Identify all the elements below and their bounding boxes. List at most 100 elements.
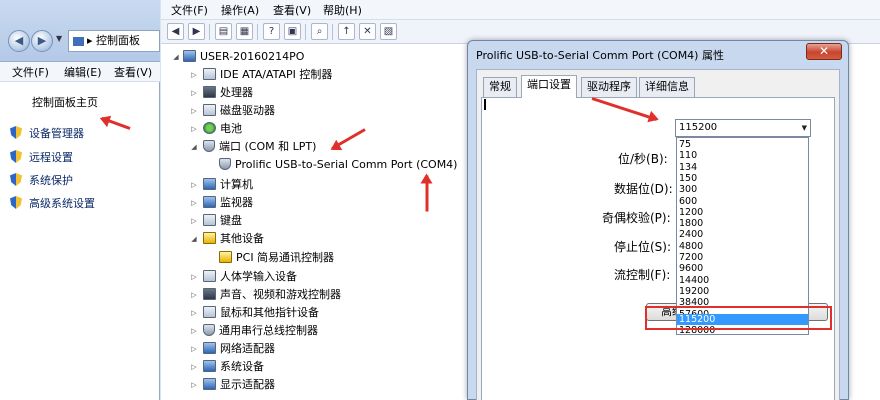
expand-icon[interactable]: ▷ [189,340,199,358]
baud-option[interactable]: 1800 [677,218,808,229]
collapse-icon[interactable]: ◢ [171,48,181,66]
battery-icon [203,122,216,134]
toolbar-separator [305,24,306,40]
remote-settings-label: 远程设置 [29,151,73,164]
baud-option[interactable]: 75 [677,139,808,150]
chevron-down-icon[interactable]: ▼ [802,120,807,136]
mouse-icon [203,306,216,318]
chevron-down-icon[interactable]: ▼ [56,34,62,43]
control-panel-icon [73,36,84,46]
menu-edit[interactable]: 编辑(E) [64,64,102,80]
disk-drive-icon [203,104,216,116]
tree-item-network[interactable]: ▷ 网络适配器 [191,340,275,358]
baud-rate-select[interactable]: 115200 ▼ [675,119,811,137]
tree-item-battery[interactable]: ▷ 电池 [191,120,242,138]
tree-item-ide[interactable]: ▷ IDE ATA/ATAPI 控制器 [191,66,332,84]
baud-option[interactable]: 9600 [677,263,808,274]
baud-option[interactable]: 110 [677,150,808,161]
menu-file[interactable]: 文件(F) [171,2,208,18]
tree-item-other-devices[interactable]: ◢ 其他设备 [191,230,264,248]
expand-icon[interactable]: ▷ [189,120,199,138]
expand-icon[interactable]: ▷ [189,268,199,286]
tree-item-usb[interactable]: ▷ 通用串行总线控制器 [191,322,318,340]
menu-view[interactable]: 查看(V) [114,64,152,80]
control-panel-home-link[interactable]: 控制面板主页 [32,94,98,110]
expand-icon[interactable]: ▷ [189,176,199,194]
device-manager-label: 设备管理器 [29,127,84,140]
baud-option[interactable]: 19200 [677,286,808,297]
expand-icon[interactable]: ▷ [189,376,199,394]
help-icon[interactable]: ? [263,23,280,40]
scan-icon[interactable]: ⌕ [311,23,328,40]
tree-item-sound[interactable]: ▷ 声音、视频和游戏控制器 [191,286,341,304]
disable-icon[interactable]: ▧ [380,23,397,40]
tab-details[interactable]: 详细信息 [639,77,695,97]
baud-option[interactable]: 2400 [677,229,808,240]
baud-option[interactable]: 4800 [677,241,808,252]
tab-general[interactable]: 常规 [483,77,517,97]
screenshot-root: ◀ ▶ ▼ ▸ 控制面板 文件(F) 编辑(E) 查看(V) 控制面板主页 设备… [0,0,880,400]
tree-item-system-devices[interactable]: ▷ 系统设备 [191,358,264,376]
tree-item-prolific-com4[interactable]: Prolific USB-to-Serial Comm Port (COM4) [219,156,457,174]
tab-driver[interactable]: 驱动程序 [581,77,637,97]
baud-option[interactable]: 7200 [677,252,808,263]
collapse-icon[interactable]: ◢ [189,138,199,156]
properties-icon[interactable]: ▦ [236,23,253,40]
baud-option[interactable]: 134 [677,162,808,173]
forward-icon[interactable]: ▶ [188,23,205,40]
back-icon[interactable]: ◀ [8,30,30,52]
tree-item-display-adapters[interactable]: ▷ 显示适配器 [191,376,275,394]
expand-icon[interactable]: ▷ [189,322,199,340]
back-icon[interactable]: ◀ [167,23,184,40]
expand-icon[interactable]: ▷ [189,84,199,102]
tree-item-mouse[interactable]: ▷ 鼠标和其他指针设备 [191,304,319,322]
tree-root[interactable]: ◢ USER-20160214PO [171,48,304,66]
arrow-icon [425,175,429,212]
menu-action[interactable]: 操作(A) [221,2,259,18]
tree-item-label: 系统设备 [220,360,264,373]
tree-item-hid[interactable]: ▷ 人体学输入设备 [191,268,297,286]
computer-icon [183,50,196,62]
flow-control-label: 流控制(F): [614,268,671,282]
expand-icon[interactable]: ▷ [189,194,199,212]
expand-icon[interactable]: ▷ [189,304,199,322]
advanced-system-settings-link[interactable]: 高级系统设置 [10,195,95,211]
tree-item-label: 电池 [220,122,242,135]
forward-icon[interactable]: ▶ [31,30,53,52]
expand-icon[interactable]: ▷ [189,212,199,230]
tree-item-computer[interactable]: ▷ 计算机 [191,176,253,194]
address-bar[interactable]: ▸ 控制面板 [68,30,160,52]
data-bits-label: 数据位(D): [614,182,673,196]
baud-option[interactable]: 600 [677,196,808,207]
expand-icon[interactable]: ▷ [189,66,199,84]
baud-option[interactable]: 14400 [677,275,808,286]
device-tree: ◢ USER-20160214PO ▷ IDE ATA/ATAPI 控制器 ▷ 处理… [161,44,466,400]
expand-icon[interactable]: ▷ [189,286,199,304]
uninstall-icon[interactable]: ✕ [359,23,376,40]
tree-item-processor[interactable]: ▷ 处理器 [191,84,253,102]
menu-help[interactable]: 帮助(H) [323,2,362,18]
tree-item-disk[interactable]: ▷ 磁盘驱动器 [191,102,275,120]
tree-item-label: 网络适配器 [220,342,275,355]
system-protection-link[interactable]: 系统保护 [10,172,73,188]
baud-option[interactable]: 300 [677,184,808,195]
list-icon[interactable]: ▤ [215,23,232,40]
collapse-icon[interactable]: ◢ [189,230,199,248]
menu-view[interactable]: 查看(V) [273,2,311,18]
tab-port-settings[interactable]: 端口设置 [521,75,577,98]
menu-file[interactable]: 文件(F) [12,64,49,80]
close-button[interactable]: ✕ [806,43,842,60]
tree-item-pci-controller[interactable]: PCI 简易通讯控制器 [219,249,334,267]
device-manager-link[interactable]: 设备管理器 [10,125,84,141]
tree-item-keyboard[interactable]: ▷ 键盘 [191,212,242,230]
tree-item-monitor[interactable]: ▷ 监视器 [191,194,253,212]
tree-item-ports[interactable]: ◢ 端口 (COM 和 LPT) [191,138,316,156]
baud-option[interactable]: 1200 [677,207,808,218]
baud-option[interactable]: 150 [677,173,808,184]
expand-icon[interactable]: ▷ [189,102,199,120]
update-driver-icon[interactable]: ↑ [338,23,355,40]
refresh-icon[interactable]: ▣ [284,23,301,40]
parity-label: 奇偶校验(P): [602,211,671,225]
remote-settings-link[interactable]: 远程设置 [10,149,73,165]
expand-icon[interactable]: ▷ [189,358,199,376]
